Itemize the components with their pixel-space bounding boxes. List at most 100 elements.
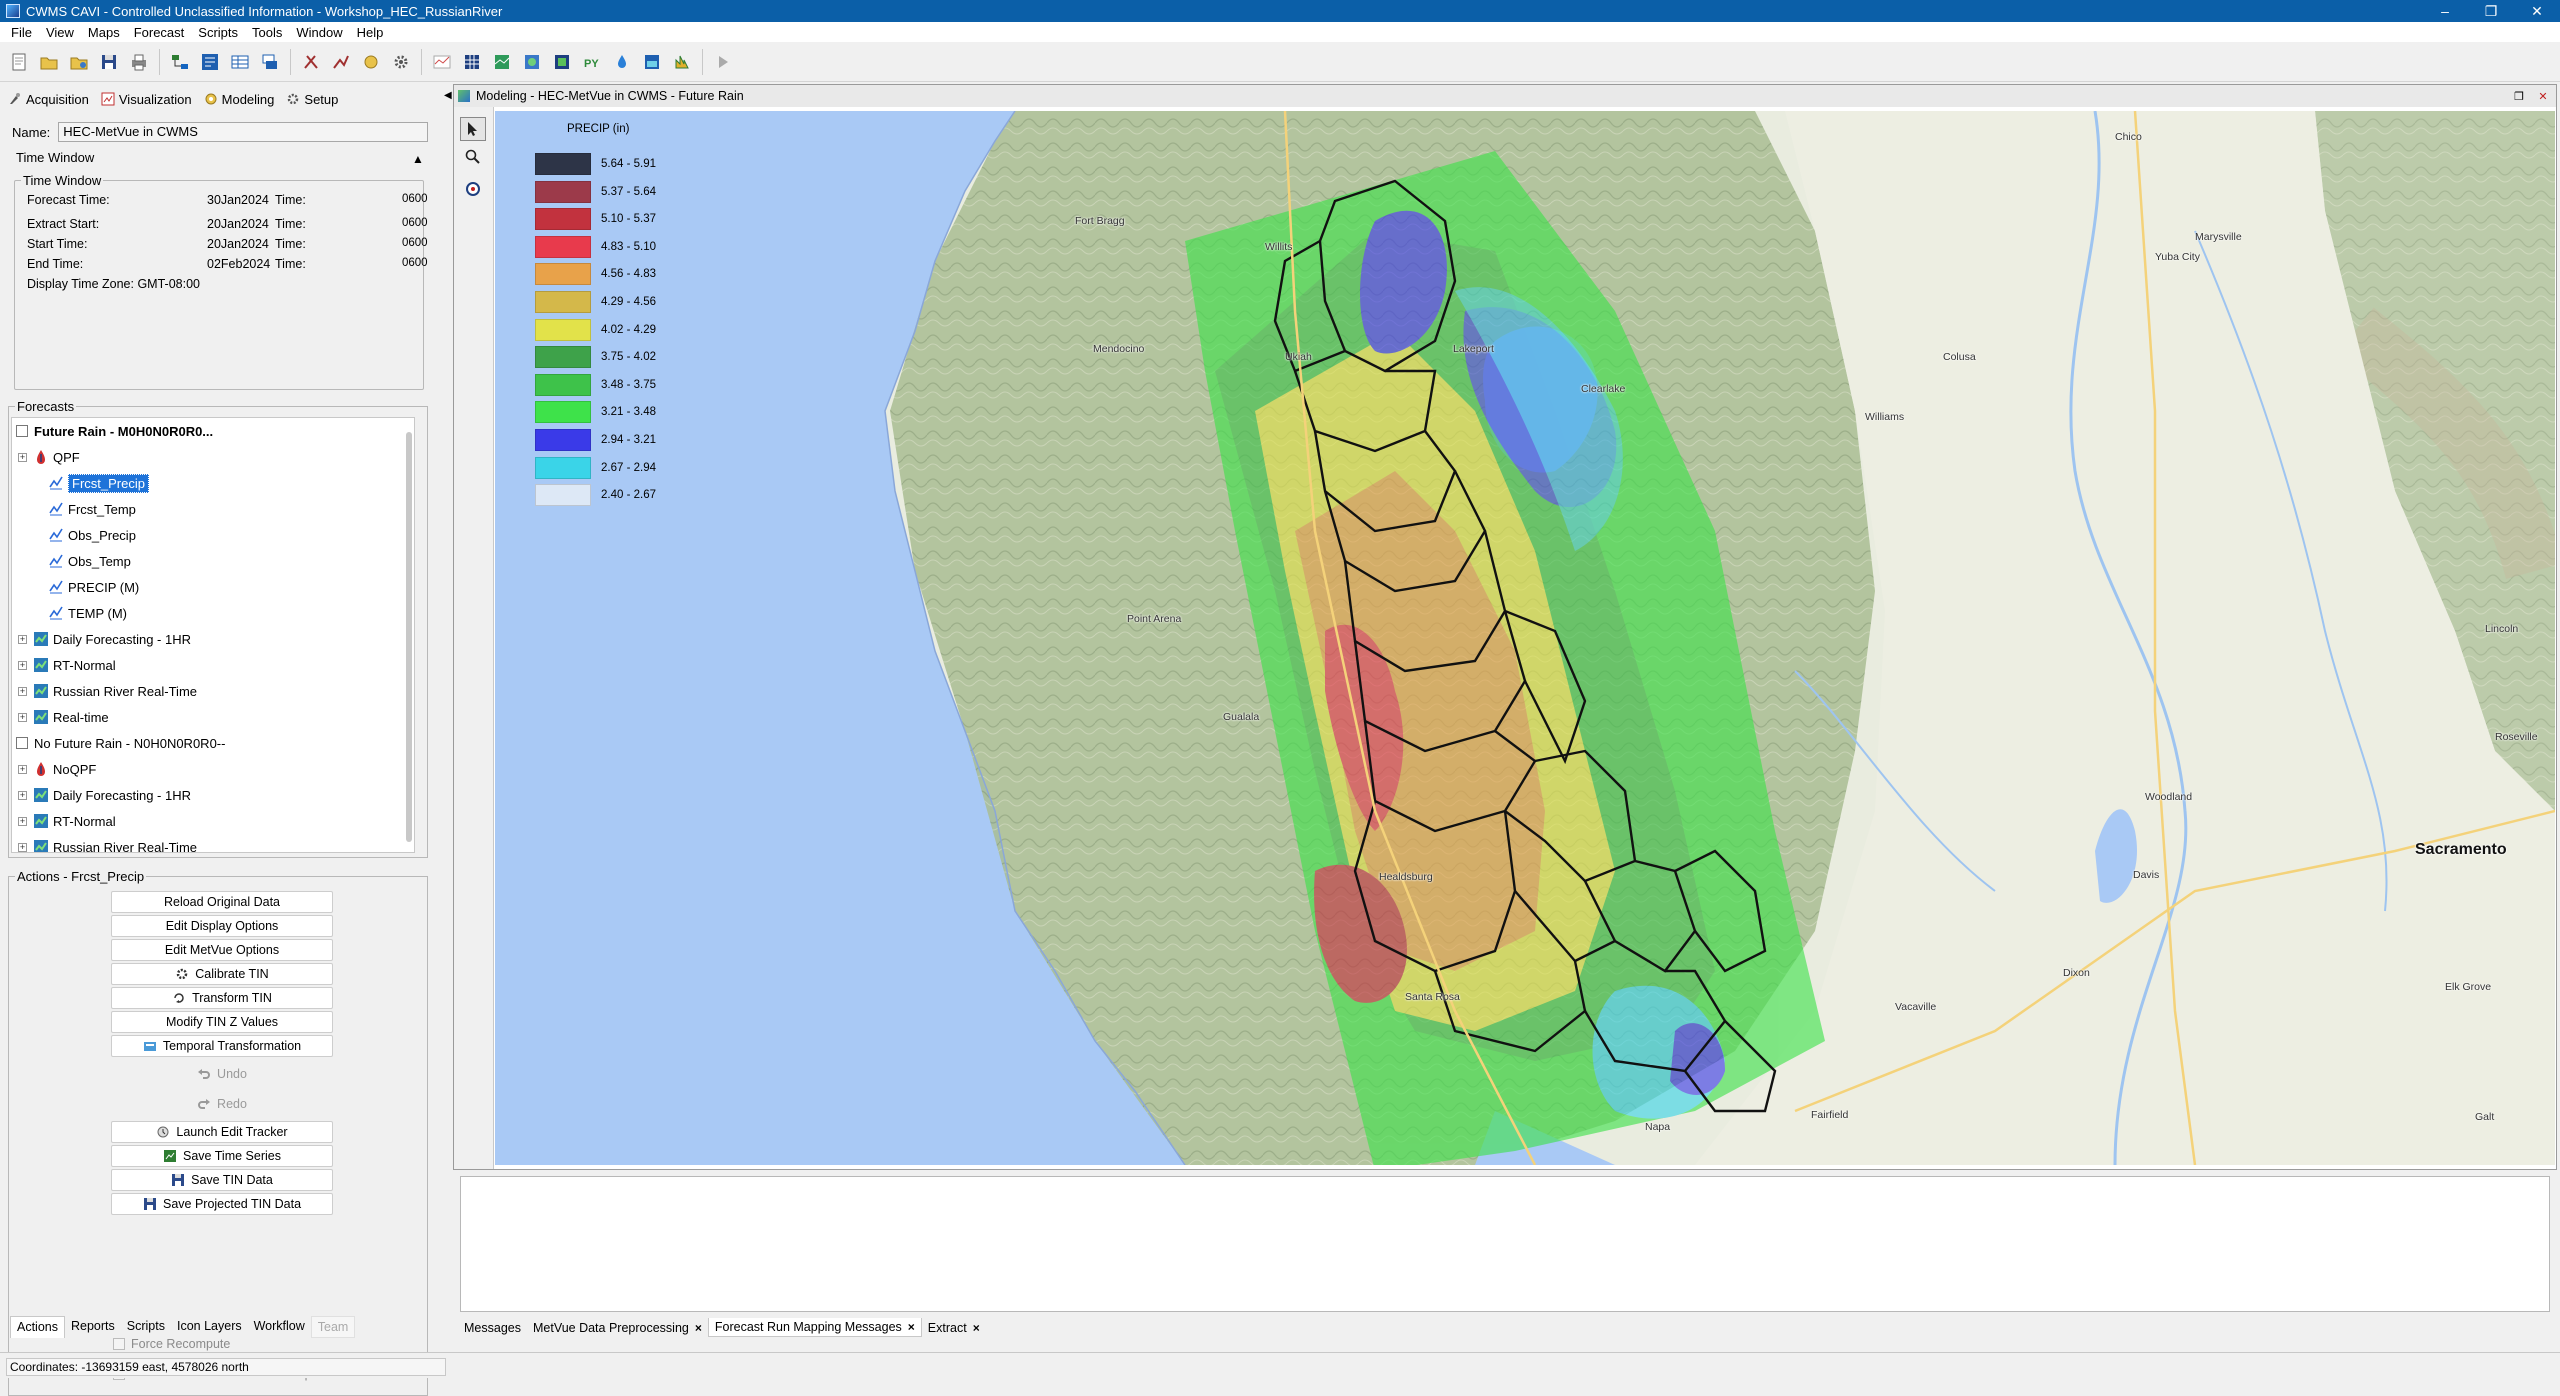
tree-item[interactable]: PRECIP (M) — [48, 576, 139, 598]
tab-workflow[interactable]: Workflow — [248, 1316, 311, 1338]
expand-icon[interactable]: + — [18, 634, 27, 644]
tree-item[interactable]: Obs_Temp — [48, 550, 131, 572]
weather-icon[interactable] — [358, 49, 384, 75]
tree-item[interactable]: + Real-time — [18, 706, 109, 728]
tree-item[interactable]: + RT-Normal — [18, 810, 116, 832]
extract-start-date[interactable]: 20Jan2024 — [207, 217, 269, 231]
settings-gear-icon[interactable] — [388, 49, 414, 75]
tab-messages[interactable]: Messages — [458, 1319, 527, 1337]
expand-icon[interactable]: + — [18, 660, 27, 670]
maximize-button[interactable]: ❐ — [2468, 0, 2514, 22]
panel-splitter[interactable]: ◀ — [444, 84, 452, 1344]
reload-original-data-button[interactable]: Reload Original Data — [111, 891, 333, 913]
menu-file[interactable]: File — [4, 25, 39, 40]
checkbox-box[interactable] — [113, 1338, 125, 1350]
tab-icon-layers[interactable]: Icon Layers — [171, 1316, 248, 1338]
tree-item[interactable]: + Daily Forecasting - 1HR — [18, 628, 191, 650]
reservoir-icon[interactable] — [639, 49, 665, 75]
tab-scripts[interactable]: Scripts — [121, 1316, 171, 1338]
time-window-toggle[interactable]: Time Window — [16, 150, 94, 165]
network-icon[interactable] — [167, 49, 193, 75]
end-time-time[interactable]: 0600 — [402, 257, 428, 269]
menu-maps[interactable]: Maps — [81, 25, 127, 40]
gis-icon[interactable] — [519, 49, 545, 75]
tree-item[interactable]: Future Rain - M0H0N0R0R0... — [16, 420, 213, 442]
dss-icon[interactable] — [549, 49, 575, 75]
minimize-button[interactable]: – — [2422, 0, 2468, 22]
expand-icon[interactable]: + — [18, 842, 27, 852]
open-watershed-icon[interactable] — [66, 49, 92, 75]
tab-setup[interactable]: Setup — [286, 92, 338, 107]
tree-scrollbar[interactable] — [406, 432, 412, 842]
expand-icon[interactable]: + — [18, 790, 27, 800]
message-pane[interactable] — [460, 1176, 2550, 1312]
restore-window-icon[interactable]: ❐ — [2508, 87, 2530, 105]
tab-reports[interactable]: Reports — [65, 1316, 121, 1338]
new-file-icon[interactable] — [6, 49, 32, 75]
zoom-icon[interactable] — [460, 145, 486, 169]
close-tab-icon[interactable]: × — [695, 1321, 702, 1335]
grid-icon[interactable] — [459, 49, 485, 75]
tab-actions[interactable]: Actions — [10, 1316, 65, 1338]
start-time-date[interactable]: 20Jan2024 — [207, 237, 269, 251]
menu-view[interactable]: View — [39, 25, 81, 40]
select-arrow-icon[interactable] — [460, 117, 486, 141]
print-icon[interactable] — [126, 49, 152, 75]
tools-icon[interactable] — [298, 49, 324, 75]
forecast-checkbox[interactable] — [16, 737, 28, 749]
tree-item[interactable]: + QPF — [18, 446, 80, 468]
start-time-time[interactable]: 0600 — [402, 237, 428, 249]
menu-help[interactable]: Help — [350, 25, 391, 40]
forecast-checkbox[interactable] — [16, 425, 28, 437]
save-tin-data-button[interactable]: Save TIN Data — [111, 1169, 333, 1191]
save-projected-tin-data-button[interactable]: Save Projected TIN Data — [111, 1193, 333, 1215]
tree-item[interactable]: Frcst_Precip — [48, 472, 149, 494]
tree-item[interactable]: + NoQPF — [18, 758, 96, 780]
tab-extract[interactable]: Extract × — [922, 1319, 986, 1337]
table-icon[interactable] — [227, 49, 253, 75]
compass-icon[interactable] — [460, 177, 486, 201]
forecast-time-date[interactable]: 30Jan2024 — [207, 193, 269, 207]
close-button[interactable]: ✕ — [2514, 0, 2560, 22]
modify-tin-z-values-button[interactable]: Modify TIN Z Values — [111, 1011, 333, 1033]
layers-icon[interactable] — [257, 49, 283, 75]
close-window-icon[interactable]: ✕ — [2532, 87, 2554, 105]
forecasts-tree[interactable]: Future Rain - M0H0N0R0R0... + QPF Frcst_Pre… — [11, 417, 415, 853]
expand-icon[interactable]: + — [18, 764, 27, 774]
expand-icon[interactable]: + — [18, 452, 27, 462]
extract-start-time[interactable]: 0600 — [402, 217, 428, 229]
tree-item[interactable]: Frcst_Temp — [48, 498, 136, 520]
map-icon[interactable] — [489, 49, 515, 75]
expand-icon[interactable]: + — [18, 816, 27, 826]
tab-modeling[interactable]: Modeling — [204, 92, 274, 107]
tree-item[interactable]: + Russian River Real-Time — [18, 680, 197, 702]
launch-edit-tracker-button[interactable]: Launch Edit Tracker — [111, 1121, 333, 1143]
menu-tools[interactable]: Tools — [245, 25, 289, 40]
force-recompute-checkbox[interactable]: Force Recompute — [113, 1337, 230, 1351]
menu-window[interactable]: Window — [289, 25, 349, 40]
tree-item[interactable]: + Russian River Real-Time — [18, 836, 197, 852]
tree-item[interactable]: No Future Rain - N0H0N0R0R0-- — [16, 732, 225, 754]
stats-icon[interactable] — [669, 49, 695, 75]
edit-metvue-options-button[interactable]: Edit MetVue Options — [111, 939, 333, 961]
close-tab-icon[interactable]: × — [908, 1320, 915, 1334]
expand-icon[interactable]: + — [18, 712, 27, 722]
schematic-icon[interactable] — [197, 49, 223, 75]
tree-item[interactable]: TEMP (M) — [48, 602, 127, 624]
water-drop-icon[interactable] — [609, 49, 635, 75]
tab-acquisition[interactable]: Acquisition — [8, 92, 89, 107]
expand-icon[interactable]: + — [18, 686, 27, 696]
plot-icon[interactable] — [429, 49, 455, 75]
save-time-series-button[interactable]: Save Time Series — [111, 1145, 333, 1167]
end-time-date[interactable]: 02Feb2024 — [207, 257, 270, 271]
menu-forecast[interactable]: Forecast — [127, 25, 192, 40]
tab-metvue-preprocessing[interactable]: MetVue Data Preprocessing × — [527, 1319, 708, 1337]
menu-scripts[interactable]: Scripts — [191, 25, 245, 40]
tree-item[interactable]: + RT-Normal — [18, 654, 116, 676]
collapse-arrow-icon[interactable]: ▲ — [412, 152, 424, 166]
python-icon[interactable]: PY — [579, 49, 605, 75]
edit-display-options-button[interactable]: Edit Display Options — [111, 915, 333, 937]
transform-tin-button[interactable]: Transform TIN — [111, 987, 333, 1009]
tree-item[interactable]: + Daily Forecasting - 1HR — [18, 784, 191, 806]
close-tab-icon[interactable]: × — [973, 1321, 980, 1335]
